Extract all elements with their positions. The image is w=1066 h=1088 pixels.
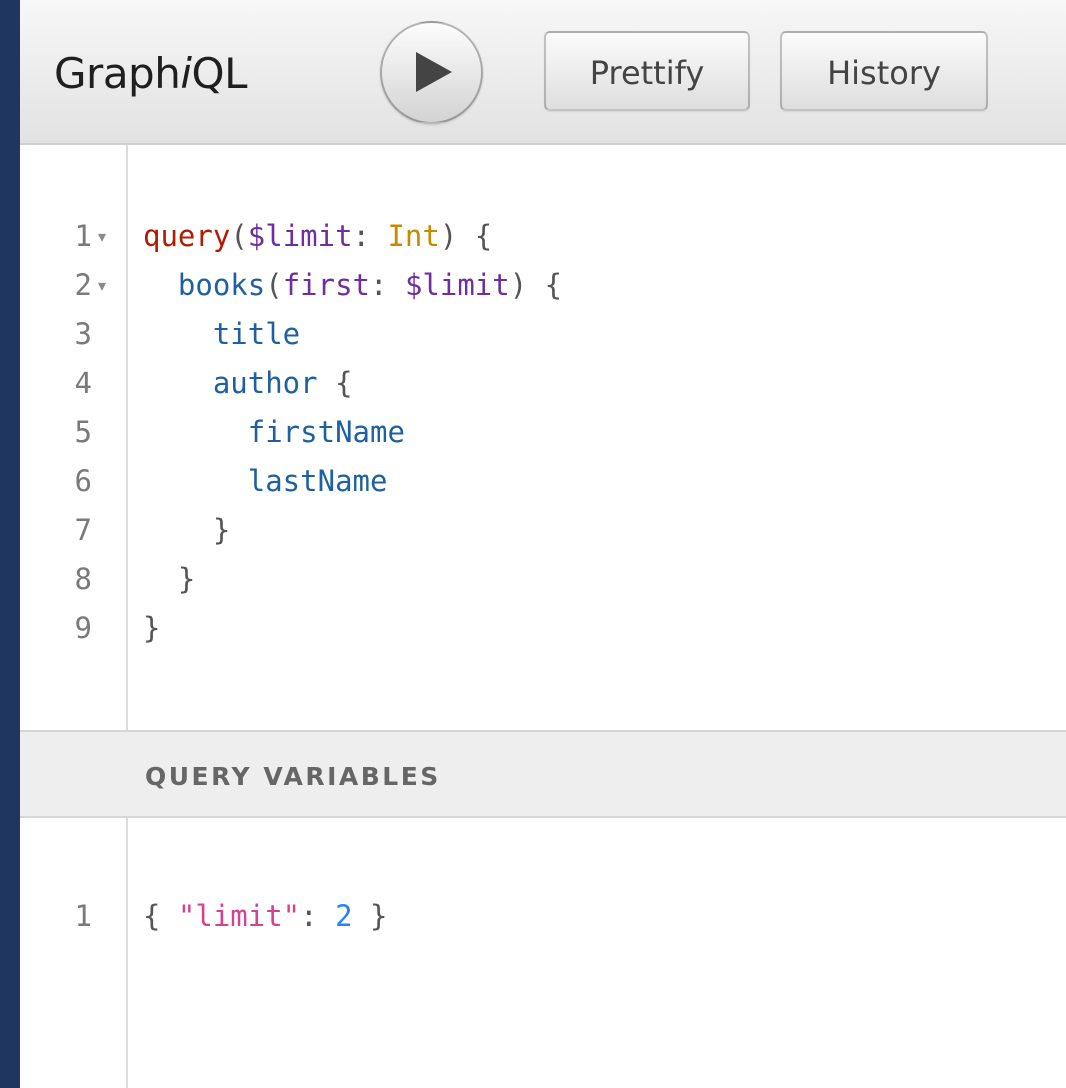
code-text: firstName — [143, 408, 405, 457]
code-token: } — [352, 899, 388, 933]
query-variables-title: QUERY VARIABLES — [145, 762, 441, 791]
code-line: 3 title — [20, 310, 1066, 359]
code-line: 2 ▾ books(first: $limit) { — [20, 261, 1066, 310]
code-token: books — [177, 268, 266, 302]
line-number: 1 — [74, 219, 92, 253]
code-token: ( — [265, 268, 283, 302]
line-number: 2 — [74, 268, 92, 302]
code-token: title — [212, 317, 301, 351]
graphiql-app: GraphiQL Prettify History 1 ▾ query($limit… — [20, 0, 1066, 1088]
code-text: } — [143, 555, 195, 604]
line-number: 9 — [74, 611, 92, 645]
fold-toggle-icon[interactable]: ▾ — [98, 261, 106, 310]
code-token: 2 — [335, 899, 353, 933]
line-number: 8 — [74, 562, 92, 596]
code-token: { — [317, 366, 353, 400]
code-token: } — [143, 611, 161, 645]
code-token: : — [370, 268, 405, 302]
code-line: 7 } — [20, 506, 1066, 555]
code-text: { "limit": 2 } — [143, 892, 387, 941]
code-token: } — [143, 562, 196, 596]
code-line: 5 firstName — [20, 408, 1066, 457]
code-token: } — [143, 513, 231, 547]
code-line: 1 { "limit": 2 } — [20, 892, 1066, 941]
code-line: 4 author { — [20, 359, 1066, 408]
code-text: books(first: $limit) { — [143, 261, 562, 310]
code-token: query — [143, 219, 231, 253]
line-number: 4 — [74, 366, 92, 400]
code-token: "limit" — [177, 899, 301, 933]
code-token: : — [300, 899, 336, 933]
code-token: firstName — [247, 415, 405, 449]
fold-toggle-icon[interactable]: ▾ — [98, 212, 106, 261]
code-token: : — [352, 219, 388, 253]
code-line: 6 lastName — [20, 457, 1066, 506]
app-title-italic: i — [180, 49, 192, 98]
code-token: author — [212, 366, 318, 400]
variables-editor[interactable]: 1 { "limit": 2 } — [20, 818, 1066, 1088]
play-icon — [416, 52, 452, 92]
code-token: Int — [387, 219, 440, 253]
code-token: ( — [230, 219, 248, 253]
code-line: 1 ▾ query($limit: Int) { — [20, 212, 1066, 261]
code-token: ) { — [439, 219, 493, 253]
code-token: $limit — [247, 219, 353, 253]
code-token: $limit — [404, 268, 510, 302]
prettify-button[interactable]: Prettify — [544, 31, 750, 111]
app-title-suffix: QL — [191, 49, 248, 98]
code-line: 8 } — [20, 555, 1066, 604]
code-text: author { — [143, 359, 353, 408]
code-line: 9} — [20, 604, 1066, 653]
variables-editor-gutter — [20, 818, 128, 1088]
execute-query-button[interactable] — [380, 21, 483, 124]
toolbar: GraphiQL Prettify History — [20, 0, 1066, 145]
line-number: 3 — [74, 317, 92, 351]
code-token: first — [282, 268, 371, 302]
code-text: query($limit: Int) { — [143, 212, 492, 261]
code-text: } — [143, 506, 230, 555]
app-title-prefix: Graph — [54, 49, 181, 98]
code-text: } — [143, 604, 160, 653]
history-button[interactable]: History — [780, 31, 988, 111]
line-number: 6 — [74, 464, 92, 498]
code-token: { — [143, 899, 178, 933]
line-number: 7 — [74, 513, 92, 547]
code-token: lastName — [247, 464, 388, 498]
code-token: ) { — [509, 268, 563, 302]
code-text: title — [143, 310, 300, 359]
line-number: 1 — [74, 899, 92, 933]
query-editor[interactable]: 1 ▾ query($limit: Int) {2 ▾ books(first: $l… — [20, 145, 1066, 730]
line-number: 5 — [74, 415, 92, 449]
app-title: GraphiQL — [54, 46, 247, 102]
query-variables-header[interactable]: QUERY VARIABLES — [20, 730, 1066, 818]
code-text: lastName — [143, 457, 388, 506]
